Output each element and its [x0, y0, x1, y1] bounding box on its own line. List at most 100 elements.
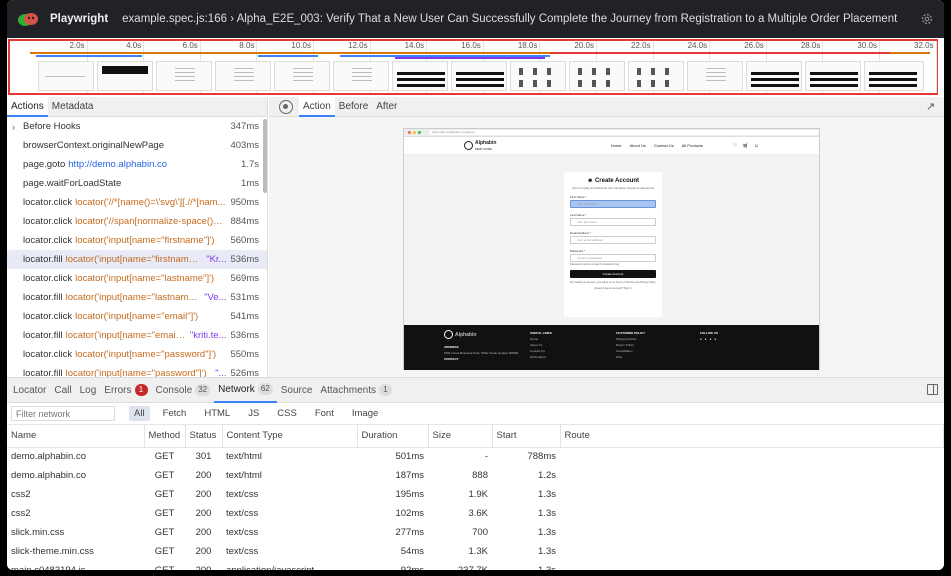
tab-before[interactable]: Before	[335, 97, 372, 117]
action-item[interactable]: locator.click locator('input[name="lastna…	[7, 269, 267, 288]
title-bar: Playwright example.spec.js:166 › Alpha_E…	[7, 0, 944, 38]
toggle-sidebar-icon[interactable]	[927, 384, 938, 395]
thumb-line	[352, 80, 372, 81]
thumb-dark-block	[869, 84, 917, 87]
table-row[interactable]: demo.alphabin.co GET 200 text/html 187ms 888 1…	[7, 466, 944, 485]
cart-icon: 🛒︎	[742, 142, 749, 149]
action-name: locator.fill	[23, 330, 63, 341]
table-row[interactable]: demo.alphabin.co GET 301 text/html 501ms - 788…	[7, 447, 944, 466]
tab-after[interactable]: After	[372, 97, 401, 117]
column-header[interactable]: Content Type	[222, 425, 358, 448]
site-nav-link: All Products	[681, 143, 704, 148]
timeline-thumbnail[interactable]	[215, 61, 271, 91]
table-row[interactable]: css2 GET 200 text/css 102ms 3.6K 1.3s	[7, 504, 944, 523]
site-logo: Alphabin DEMO STORE	[464, 140, 496, 152]
action-item[interactable]: › Before Hooks 347ms	[7, 117, 267, 136]
column-header[interactable]: Duration	[357, 425, 429, 448]
filter-type-fetch[interactable]: Fetch	[158, 406, 192, 421]
timeline-thumbnail[interactable]	[687, 61, 743, 91]
filter-type-js[interactable]: JS	[243, 406, 264, 421]
column-header[interactable]: Status	[185, 425, 223, 448]
column-header[interactable]: Method	[144, 425, 186, 448]
table-row[interactable]: slick-theme.min.css GET 200 text/css 54ms 1.3…	[7, 542, 944, 561]
tab-call[interactable]: Call	[50, 378, 75, 403]
site-footer: Alphabin ADDRESS 1551 Cross Business Par…	[404, 325, 819, 370]
timeline-thumbnail[interactable]	[805, 61, 861, 91]
timeline-thumbnail[interactable]	[451, 61, 507, 91]
filter-network-input[interactable]	[11, 406, 115, 421]
filter-type-font[interactable]: Font	[310, 406, 339, 421]
table-row[interactable]: main.c0483194.jsGET200application/javasc…	[7, 561, 944, 570]
filter-type-html[interactable]: HTML	[199, 406, 235, 421]
table-row[interactable]: slick.min.css GET 200 text/css 277ms 700 1.3s	[7, 523, 944, 542]
timeline-thumbnail[interactable]	[274, 61, 330, 91]
table-cell: 700	[472, 527, 488, 538]
timeline-film-strip[interactable]: 2.0s 4.0s 6.0s 8.0s 10.0s 12.0s 14.0s 16.0s 18.0…	[8, 39, 938, 95]
field-label: First Name *	[570, 195, 587, 199]
bottom-tab-bar: Locator Call Log Errors 1 Console 32 Network 62 S…	[7, 378, 944, 403]
action-item[interactable]: locator.click locator('//*[name()=\'svg\'…	[7, 193, 267, 212]
settings-gear-icon[interactable]	[920, 12, 934, 26]
filter-type-all[interactable]: All	[129, 406, 150, 421]
table-cell	[560, 466, 944, 485]
filter-type-image[interactable]: Image	[347, 406, 383, 421]
action-name: locator.fill	[23, 254, 63, 265]
timeline-thumbnail[interactable]	[628, 61, 684, 91]
action-item[interactable]: locator.click locator('input[name="passwo…	[7, 345, 267, 364]
tab-label: Console	[155, 384, 193, 396]
timeline-tick-label: 14.0s	[404, 41, 425, 50]
timeline-thumbnail[interactable]	[97, 61, 153, 91]
action-item[interactable]: locator.fill locator('input[name="firstna…	[7, 250, 267, 269]
timeline-thumbnail[interactable]	[333, 61, 389, 91]
tab-metadata[interactable]: Metadata	[48, 97, 98, 117]
footer-policy-title: CUSTOMER POLICY	[616, 331, 646, 335]
action-item[interactable]: locator.click locator('input[name="firstn…	[7, 231, 267, 250]
table-cell: 788ms	[527, 451, 556, 463]
form-title: Create Account	[594, 178, 640, 184]
action-item[interactable]: locator.click locator('//span[normalize-s…	[7, 212, 267, 231]
tab-errors[interactable]: Errors 1	[100, 378, 151, 403]
expand-chevron-icon[interactable]: ›	[12, 122, 15, 132]
column-header[interactable]: Start	[492, 425, 561, 448]
actions-panel: Actions Metadata › Before Hooks 347ms brows…	[7, 97, 268, 377]
timeline-thumbnail[interactable]	[746, 61, 802, 91]
action-item[interactable]: page.waitForLoadState 1ms	[7, 174, 267, 193]
tab-network[interactable]: Network 62	[214, 378, 277, 403]
network-table: Name Method Status Content Type Duration Size…	[7, 425, 944, 570]
thumb-line	[175, 68, 195, 69]
table-row[interactable]: css2 GET 200 text/css 195ms 1.9K 1.3s	[7, 485, 944, 504]
tab-actions[interactable]: Actions	[7, 97, 48, 117]
action-item[interactable]: locator.fill locator('input[name="passwor…	[7, 364, 267, 377]
tab-log[interactable]: Log	[76, 378, 101, 403]
timeline-thumbnail[interactable]	[156, 61, 212, 91]
tab-attachments[interactable]: Attachments 1	[316, 378, 396, 403]
action-duration: 536ms	[230, 254, 259, 265]
timeline-thumbnail[interactable]	[38, 61, 94, 91]
column-header[interactable]: Name	[7, 425, 145, 448]
action-duration: 1ms	[241, 178, 259, 189]
pick-locator-icon[interactable]	[279, 99, 293, 114]
timeline-thumbnail[interactable]	[510, 61, 566, 91]
tab-locator[interactable]: Locator	[9, 378, 50, 403]
action-name: Before Hooks	[23, 121, 81, 132]
action-item[interactable]: page.goto http://demo.alphabin.co 1.7s	[7, 155, 267, 174]
open-snapshot-in-new-window-icon[interactable]: ↗	[926, 100, 938, 113]
timeline-thumbnail[interactable]	[864, 61, 924, 91]
tab-source[interactable]: Source	[277, 378, 317, 403]
column-header[interactable]: Size	[428, 425, 493, 448]
table-cell: text/html	[226, 470, 262, 481]
action-item[interactable]: locator.fill locator('input[name="email"]…	[7, 326, 267, 345]
action-item[interactable]: locator.fill locator('input[name="lastnam…	[7, 288, 267, 307]
action-item[interactable]: browserContext.originalNewPage 403ms	[7, 136, 267, 155]
tab-action[interactable]: Action	[299, 96, 335, 117]
action-list-scrollbar[interactable]	[263, 119, 267, 193]
filter-type-css[interactable]: CSS	[272, 406, 302, 421]
filter-type-buttons: All Fetch HTML JS CSS Font Image	[121, 406, 383, 421]
action-duration: 347ms	[230, 121, 259, 132]
tab-console[interactable]: Console 32	[152, 378, 215, 403]
timeline-thumbnail[interactable]	[569, 61, 625, 91]
action-name: locator.click	[23, 216, 73, 227]
timeline-thumbnail[interactable]	[392, 61, 448, 91]
column-header[interactable]: Route	[560, 425, 944, 448]
action-item[interactable]: locator.click locator('input[name="email"…	[7, 307, 267, 326]
